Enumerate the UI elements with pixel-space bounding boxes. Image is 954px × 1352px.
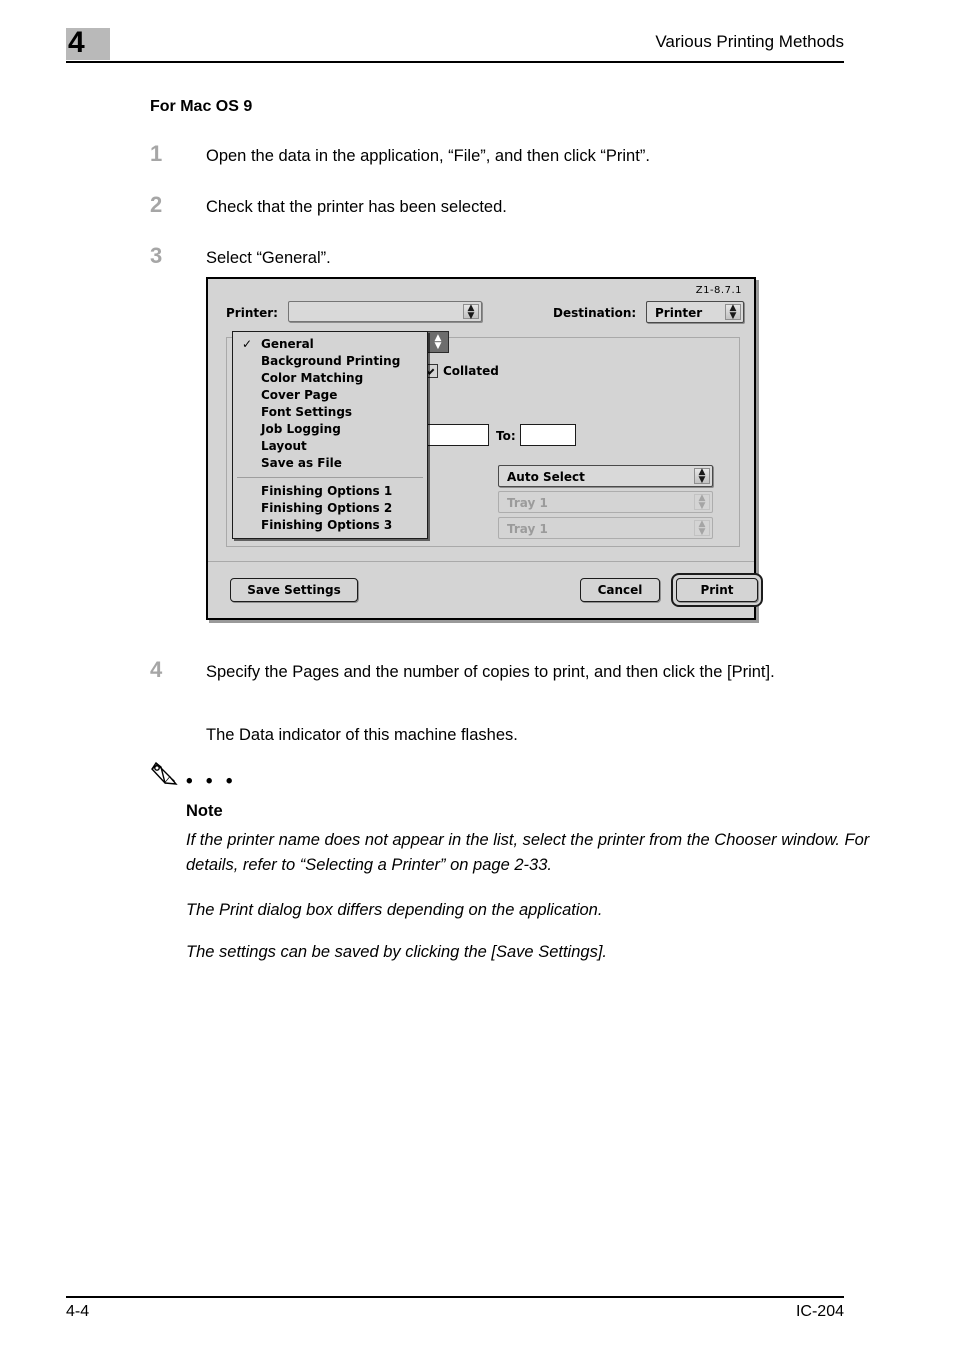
step-text: Check that the printer has been selected…: [206, 198, 507, 216]
menu-item-label: Layout: [261, 439, 307, 453]
dialog-divider: [208, 561, 754, 562]
printer-select[interactable]: ▲ ▼: [288, 301, 482, 322]
menu-item-finishing-options-1[interactable]: Finishing Options 1: [233, 483, 427, 500]
cancel-button[interactable]: Cancel: [580, 578, 660, 602]
menu-item-label: General: [261, 337, 314, 351]
arrow-updown-glyph: ▲ ▼: [434, 333, 442, 351]
tray-value: Tray 1: [507, 496, 548, 510]
menu-item-general[interactable]: ✓ General: [233, 336, 427, 353]
step-number: 2: [150, 192, 163, 217]
dialog-version-label: Z1-8.7.1: [695, 285, 742, 296]
chevron-updown-icon: ▲ ▼: [725, 303, 741, 321]
step-result-text: The Data indicator of this machine flash…: [206, 726, 518, 744]
chevron-updown-icon: ▲ ▼: [694, 467, 710, 485]
step-text: Select “General”.: [206, 249, 331, 267]
step-text: Specify the Pages and the number of copi…: [206, 663, 775, 681]
menu-item-label: Background Printing: [261, 354, 401, 368]
chapter-number: 4: [68, 26, 85, 59]
footer-rule: [66, 1296, 844, 1298]
menu-item-label: Finishing Options 1: [261, 484, 393, 498]
menu-item-finishing-options-3[interactable]: Finishing Options 3: [233, 517, 427, 534]
page-header: 4 Various Printing Methods: [0, 0, 954, 80]
footer-document-code: IC-204: [795, 1303, 844, 1320]
header-title: Various Printing Methods: [655, 32, 844, 51]
save-settings-button[interactable]: Save Settings: [230, 578, 358, 602]
header-rule: [66, 61, 844, 63]
destination-value: Printer: [655, 306, 703, 320]
menu-item-save-as-file[interactable]: Save as File: [233, 455, 427, 472]
step-number: 4: [150, 657, 163, 682]
menu-item-label: Font Settings: [261, 405, 353, 419]
collated-row[interactable]: Collated: [424, 364, 499, 378]
printer-label: Printer:: [226, 306, 278, 320]
arrow-updown-glyph: ▲ ▼: [698, 467, 706, 485]
destination-select[interactable]: Printer ▲ ▼: [646, 301, 744, 323]
checkmark-icon: ✓: [242, 337, 253, 351]
tray-select[interactable]: Tray 1 ▲ ▼: [498, 517, 713, 539]
arrow-updown-glyph: ▲ ▼: [729, 303, 737, 321]
chevron-updown-icon: ▲ ▼: [694, 519, 710, 537]
to-label: To:: [496, 429, 516, 443]
tray-value: Auto Select: [507, 470, 585, 484]
arrow-updown-glyph: ▲ ▼: [467, 302, 475, 321]
menu-item-color-matching[interactable]: Color Matching: [233, 370, 427, 387]
menu-item-label: Color Matching: [261, 371, 364, 385]
pages-to-input[interactable]: [520, 424, 576, 446]
menu-item-background-printing[interactable]: Background Printing: [233, 353, 427, 370]
menu-item-cover-page[interactable]: Cover Page: [233, 387, 427, 404]
collated-label: Collated: [443, 364, 499, 378]
arrow-updown-glyph: ▲ ▼: [698, 519, 706, 537]
menu-item-label: Finishing Options 3: [261, 518, 393, 532]
pages-from-input[interactable]: [423, 424, 489, 446]
note-paragraph: The Print dialog box differs depending o…: [186, 901, 603, 919]
note-paragraph: If the printer name does not appear in t…: [186, 831, 870, 874]
step-number: 3: [150, 243, 163, 268]
menu-separator: [237, 477, 423, 478]
tray-select[interactable]: Tray 1 ▲ ▼: [498, 491, 713, 513]
tray-value: Tray 1: [507, 522, 548, 536]
menu-item-label: Job Logging: [261, 422, 341, 436]
general-popup-menu[interactable]: ✓ General Background Printing Color Matc…: [232, 331, 428, 539]
menu-item-label: Save as File: [261, 456, 342, 470]
tray-select[interactable]: Auto Select ▲ ▼: [498, 465, 713, 487]
menu-item-finishing-options-2[interactable]: Finishing Options 2: [233, 500, 427, 517]
arrow-updown-glyph: ▲ ▼: [698, 493, 706, 511]
note-heading: Note: [186, 802, 223, 820]
destination-label: Destination:: [553, 306, 637, 320]
menu-item-font-settings[interactable]: Font Settings: [233, 404, 427, 421]
menu-item-label: Cover Page: [261, 388, 338, 402]
footer-page-number: 4-4: [66, 1303, 90, 1320]
menu-item-layout[interactable]: Layout: [233, 438, 427, 455]
note-paragraph: The settings can be saved by clicking th…: [186, 943, 607, 961]
step-text: Open the data in the application, “File”…: [206, 147, 650, 165]
chevron-updown-icon: ▲ ▼: [463, 302, 479, 321]
menu-item-job-logging[interactable]: Job Logging: [233, 421, 427, 438]
section-title: For Mac OS 9: [150, 98, 253, 115]
step-number: 1: [150, 141, 163, 166]
print-dialog: Z1-8.7.1 Printer: ▲ ▼ Destination: Printe…: [206, 277, 763, 620]
chevron-updown-icon: ▲ ▼: [694, 493, 710, 511]
print-button[interactable]: Print: [676, 578, 758, 602]
note-dots: • • •: [186, 771, 237, 792]
menu-item-label: Finishing Options 2: [261, 501, 393, 515]
general-popup-toggle[interactable]: ▲ ▼: [427, 331, 449, 353]
